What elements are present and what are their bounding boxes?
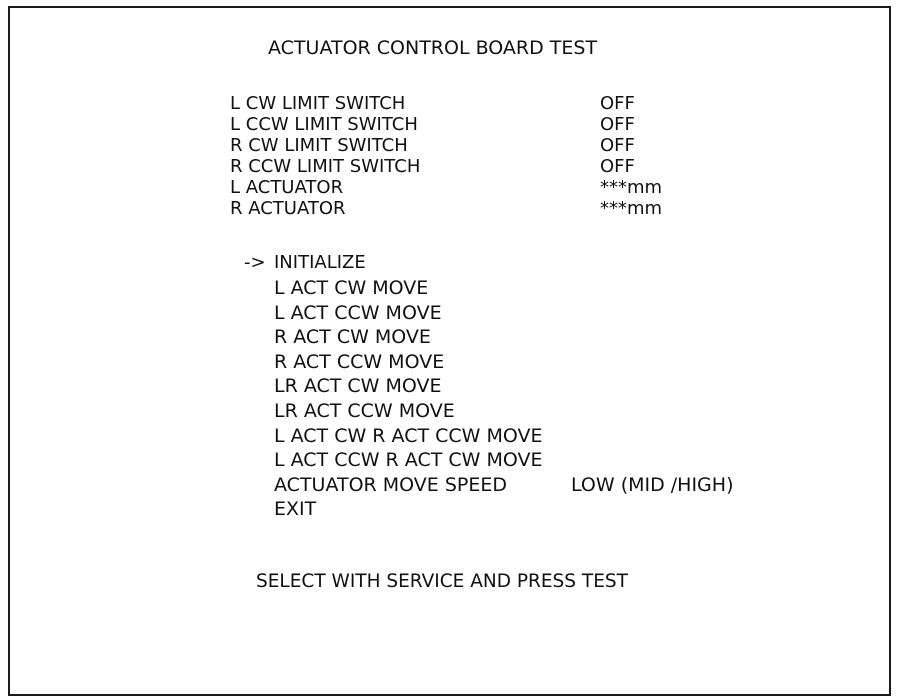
selection-cursor-arrow: -> [244,252,266,273]
menu-item-lr-act-cw-move[interactable]: LR ACT CW MOVE [274,374,834,399]
status-value: ***mm [600,177,663,198]
status-row-l-actuator: L ACTUATOR ***mm [230,177,730,198]
menu-item-actuator-move-speed[interactable]: ACTUATOR MOVE SPEED LOW (MID /HIGH) [274,473,834,498]
footer-instruction: SELECT WITH SERVICE AND PRESS TEST [256,571,628,592]
menu-item-label: LR ACT CW MOVE [274,375,442,398]
status-label: L CW LIMIT SWITCH [230,93,406,114]
menu-item-l-cw-r-ccw-move[interactable]: L ACT CW R ACT CCW MOVE [274,424,834,449]
menu-item-label: R ACT CW MOVE [274,326,431,349]
menu-item-label: LR ACT CCW MOVE [274,399,455,422]
status-value: OFF [600,93,635,114]
menu-item-r-act-cw-move[interactable]: R ACT CW MOVE [274,325,834,350]
status-list: L CW LIMIT SWITCH OFF L CCW LIMIT SWITCH… [230,93,730,219]
menu-item-label: L ACT CCW MOVE [274,301,442,324]
menu-item-exit[interactable]: EXIT [274,497,834,522]
status-row-l-ccw-limit-switch: L CCW LIMIT SWITCH OFF [230,114,730,135]
status-value: OFF [600,114,635,135]
status-row-l-cw-limit-switch: L CW LIMIT SWITCH OFF [230,93,730,114]
move-speed-value: LOW (MID /HIGH) [571,473,734,496]
menu-list: L ACT CW MOVE L ACT CCW MOVE R ACT CW MO… [274,276,834,522]
status-row-r-actuator: R ACTUATOR ***mm [230,198,730,219]
status-label: R CW LIMIT SWITCH [230,135,408,156]
menu-item-label: ACTUATOR MOVE SPEED [274,473,507,496]
menu-item-r-act-ccw-move[interactable]: R ACT CCW MOVE [274,350,834,375]
status-value: OFF [600,156,635,177]
status-label: R ACTUATOR [230,198,346,219]
menu-item-label: L ACT CCW R ACT CW MOVE [274,449,543,472]
menu-item-l-act-cw-move[interactable]: L ACT CW MOVE [274,276,834,301]
status-row-r-ccw-limit-switch: R CCW LIMIT SWITCH OFF [230,156,730,177]
status-label: L CCW LIMIT SWITCH [230,114,418,135]
menu-item-l-ccw-r-cw-move[interactable]: L ACT CCW R ACT CW MOVE [274,448,834,473]
status-value: ***mm [600,198,663,219]
status-row-r-cw-limit-switch: R CW LIMIT SWITCH OFF [230,135,730,156]
menu-item-label: R ACT CCW MOVE [274,350,445,373]
menu-item-lr-act-ccw-move[interactable]: LR ACT CCW MOVE [274,399,834,424]
menu-item-l-act-ccw-move[interactable]: L ACT CCW MOVE [274,301,834,326]
status-label: R CCW LIMIT SWITCH [230,156,421,177]
status-label: L ACTUATOR [230,177,344,198]
status-value: OFF [600,135,635,156]
menu-item-label: L ACT CW R ACT CCW MOVE [274,424,543,447]
menu-item-initialize[interactable]: INITIALIZE [274,251,366,275]
menu-item-label: EXIT [274,498,317,521]
menu-item-label: L ACT CW MOVE [274,277,429,299]
screen-title: ACTUATOR CONTROL BOARD TEST [268,37,598,59]
